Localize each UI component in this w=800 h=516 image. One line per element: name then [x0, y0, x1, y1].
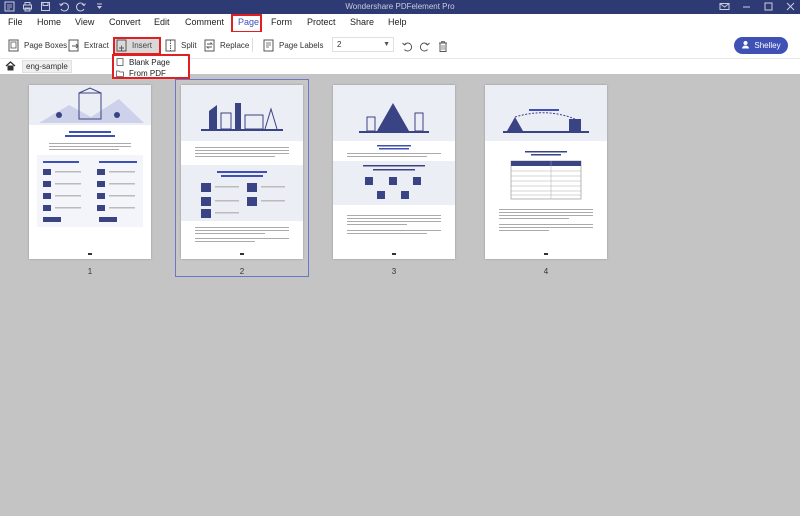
maximize-icon[interactable]	[763, 1, 774, 12]
menu-comment[interactable]: Comment	[185, 17, 224, 27]
toolbar-separator	[252, 38, 253, 52]
rotate-right-button[interactable]	[419, 38, 431, 54]
page-thumbnail-1[interactable]	[29, 85, 151, 259]
menu-edit[interactable]: Edit	[154, 17, 170, 27]
rotate-left-button[interactable]	[401, 38, 413, 54]
menu-home[interactable]: Home	[37, 17, 61, 27]
replace-icon	[204, 39, 216, 52]
split-label: Split	[181, 40, 197, 50]
replace-button[interactable]: Replace	[204, 37, 249, 53]
extract-icon	[68, 39, 80, 52]
trash-icon	[437, 40, 449, 53]
insert-page-icon	[116, 39, 128, 52]
delete-page-button[interactable]	[437, 38, 449, 54]
user-name: Shelley	[754, 41, 781, 50]
page-number-value: 2	[337, 40, 342, 49]
extract-button[interactable]: Extract	[68, 37, 109, 53]
page-number-select[interactable]: 2 ▼	[332, 37, 394, 52]
menu-share[interactable]: Share	[350, 17, 374, 27]
page-number-1: 1	[87, 267, 93, 276]
page-1-illustration	[29, 85, 151, 255]
replace-label: Replace	[220, 40, 250, 50]
page-number-3: 3	[391, 267, 397, 276]
home-icon[interactable]	[5, 61, 16, 73]
page-menu-highlight	[231, 14, 262, 33]
insert-button[interactable]: Insert	[116, 37, 152, 53]
menu-view[interactable]: View	[75, 17, 94, 27]
chevron-down-icon: ▼	[383, 41, 390, 48]
page-3-illustration	[333, 85, 455, 255]
page-boxes-label: Page Boxes	[24, 40, 68, 50]
page-number-4: 4	[543, 267, 549, 276]
insert-dropdown-menu: Blank Page From PDF	[112, 54, 190, 79]
window-title: Wondershare PDFelement Pro	[345, 2, 455, 11]
document-tab[interactable]: eng-sample	[22, 60, 72, 73]
page-boxes-icon	[8, 39, 20, 52]
menu-bar: File Home View Convert Edit Comment Page…	[0, 14, 800, 32]
menu-form[interactable]: Form	[271, 17, 292, 27]
mail-icon[interactable]	[719, 1, 730, 12]
window-controls	[719, 1, 796, 12]
page-labels-label: Page Labels	[279, 40, 324, 50]
menu-file[interactable]: File	[8, 17, 23, 27]
user-account-button[interactable]: Shelley	[734, 37, 788, 54]
rotate-right-icon	[419, 40, 431, 53]
page-thumbnail-4[interactable]	[485, 85, 607, 259]
insert-from-pdf-item[interactable]: From PDF	[116, 68, 166, 78]
split-button[interactable]: Split	[165, 37, 197, 53]
rotate-left-icon	[401, 40, 413, 53]
page-labels-icon	[263, 39, 275, 52]
blank-page-label: Blank Page	[129, 57, 170, 67]
menu-help[interactable]: Help	[388, 17, 407, 27]
page-thumbnail-2[interactable]	[181, 85, 303, 259]
close-icon[interactable]	[785, 1, 796, 12]
insert-blank-page-item[interactable]: Blank Page	[116, 57, 170, 67]
from-pdf-label: From PDF	[129, 68, 166, 78]
menu-protect[interactable]: Protect	[307, 17, 336, 27]
menu-convert[interactable]: Convert	[109, 17, 141, 27]
split-icon	[165, 39, 177, 52]
page-boxes-button[interactable]: Page Boxes	[8, 37, 67, 53]
insert-label: Insert	[132, 40, 153, 50]
page-4-illustration	[485, 85, 607, 255]
extract-label: Extract	[84, 40, 109, 50]
minimize-icon[interactable]	[741, 1, 752, 12]
page-number-2: 2	[239, 267, 245, 276]
folder-icon	[116, 69, 124, 77]
title-bar: Wondershare PDFelement Pro	[0, 0, 800, 14]
page-labels-button[interactable]: Page Labels	[263, 37, 323, 53]
page-thumbnail-3[interactable]	[333, 85, 455, 259]
blank-page-icon	[116, 58, 124, 66]
page-2-illustration	[181, 85, 303, 255]
user-icon	[741, 40, 750, 51]
